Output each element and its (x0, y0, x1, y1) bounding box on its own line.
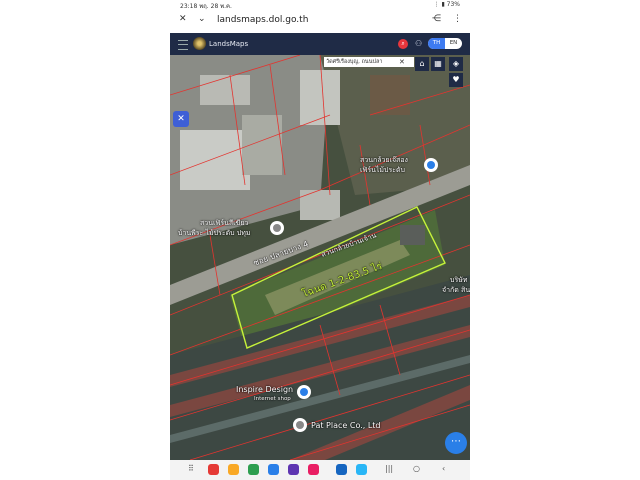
place-label: เฟิร์นไม้ประดับ (360, 166, 405, 174)
app-header: LandsMaps ⌕ ⚇ TH EN (170, 33, 470, 55)
url-text[interactable]: landsmaps.dol.go.th (217, 15, 308, 25)
hamburger-menu-icon[interactable] (178, 40, 188, 50)
phone-screen: 23:18 พฤ. 28 พ.ค. ⋮ ▮ 73% ✕ ⌄ landsmaps.… (170, 0, 470, 480)
place-label: บ้านพีระ ไม้ประดับ ปทุม (178, 229, 251, 237)
place-label: Internet shop (254, 396, 291, 402)
app-icon[interactable] (308, 464, 319, 475)
home-button-icon[interactable]: ○ (413, 464, 420, 473)
app-icon[interactable] (336, 464, 347, 475)
apps-grid-icon[interactable]: ⠿ (188, 464, 194, 473)
language-toggle[interactable]: TH EN (428, 38, 462, 49)
satellite-map[interactable]: สวนกล้วยเจ๊สอง เฟิร์นไม้ประดับ สวนเฟิร์น… (170, 55, 470, 460)
app-icon[interactable] (288, 464, 299, 475)
clear-search-icon[interactable]: ✕ (399, 58, 405, 66)
favorite-icon[interactable]: ♥ (449, 73, 463, 87)
app-icon[interactable] (228, 464, 239, 475)
browser-url-bar: ✕ ⌄ landsmaps.dol.go.th ⋲ ⋮ (170, 10, 470, 32)
measure-tool-icon[interactable]: ✕ (173, 111, 189, 127)
layers-icon[interactable]: ◈ (449, 57, 463, 71)
app-icon[interactable] (268, 464, 279, 475)
back-icon[interactable]: ‹ (442, 464, 445, 473)
place-pin-icon[interactable] (293, 418, 307, 432)
app-logo (193, 37, 206, 50)
place-label: Pat Place Co., Ltd (311, 421, 381, 430)
close-tab-icon[interactable]: ✕ (179, 14, 187, 24)
place-label: Inspire Design (236, 385, 294, 394)
status-bar: 23:18 พฤ. 28 พ.ค. ⋮ ▮ 73% (170, 0, 470, 10)
battery-percent: 73% (446, 1, 460, 8)
status-time: 23:18 (180, 3, 198, 10)
grid-icon[interactable]: ▦ (431, 57, 445, 71)
place-pin-icon[interactable] (297, 385, 311, 399)
lang-en[interactable]: EN (445, 38, 462, 49)
app-name: LandsMaps (209, 40, 249, 48)
place-pin-icon[interactable] (270, 221, 284, 235)
app-icon[interactable] (248, 464, 259, 475)
android-nav-bar: ⠿ ||| ○ ‹ (170, 460, 470, 480)
share-icon[interactable]: ⋲ (432, 14, 441, 24)
status-date: พฤ. 28 พ.ค. (199, 3, 232, 10)
notification-icon[interactable]: ⌕ (398, 39, 408, 49)
status-battery: ⋮ ▮ 73% (433, 1, 460, 8)
place-pin-icon[interactable] (424, 158, 438, 172)
map-imagery (170, 55, 470, 460)
home-icon[interactable]: ⌂ (415, 57, 429, 71)
lang-th[interactable]: TH (428, 38, 445, 49)
recents-icon[interactable]: ||| (385, 464, 393, 473)
more-menu-icon[interactable]: ⋮ (453, 14, 462, 24)
app-icon[interactable] (208, 464, 219, 475)
place-label: จำกัด สินค้า (442, 286, 470, 294)
more-options-button[interactable]: ⋯ (445, 432, 467, 454)
user-icon[interactable]: ⚇ (415, 39, 422, 48)
app-icon[interactable] (356, 464, 367, 475)
chevron-down-icon[interactable]: ⌄ (198, 14, 206, 24)
